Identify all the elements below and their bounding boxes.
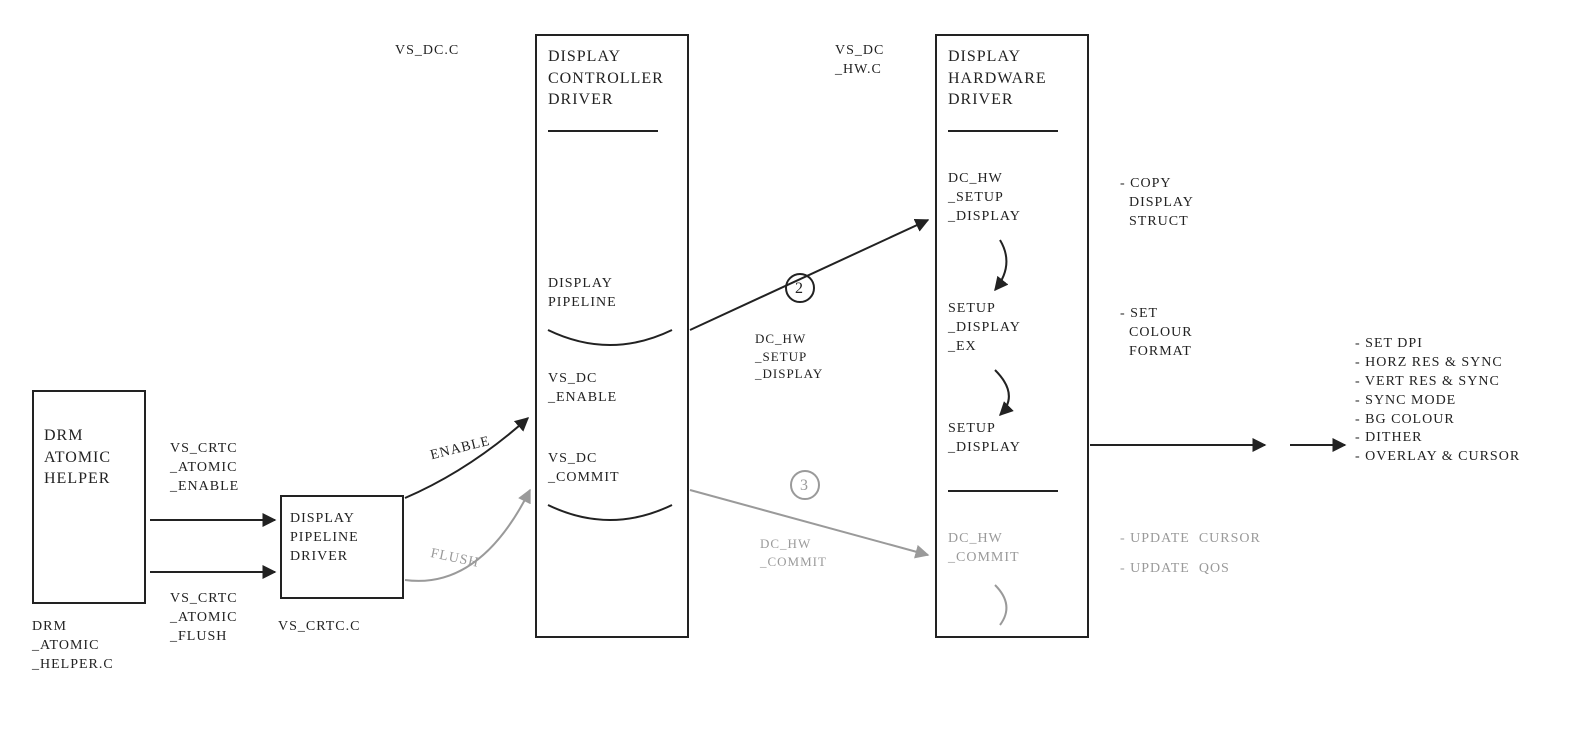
controller-item-commit: VS_DC _COMMIT	[548, 450, 620, 488]
box-display-controller-driver	[535, 34, 689, 638]
hw-item-setup-display: DC_HW _SETUP _DISPLAY	[948, 170, 1021, 227]
label-flush: FLUSH	[429, 545, 481, 574]
step-3-label: 3	[800, 475, 809, 497]
hw-item-setup-display-ex: SETUP _DISPLAY _EX	[948, 300, 1021, 357]
annotation-update-qos: - UPDATE QOS	[1120, 560, 1230, 579]
label-vs-crtc-atomic-flush: VS_CRTC _ATOMIC _FLUSH	[170, 590, 238, 647]
annotation-colour-format: - SET COLOUR FORMAT	[1120, 305, 1193, 362]
controller-title-underline	[548, 130, 658, 132]
label-dc-hw-commit: DC_HW _COMMIT	[760, 535, 827, 570]
display-pipeline-driver-title: DISPLAY PIPELINE DRIVER	[290, 510, 359, 567]
hw-item-commit: DC_HW _COMMIT	[948, 530, 1020, 568]
annotation-setup-display-out: - SET DPI - HORZ RES & SYNC - VERT RES &…	[1355, 335, 1520, 467]
step-2-label: 2	[795, 278, 804, 300]
controller-item-pipeline: DISPLAY PIPELINE	[548, 275, 617, 313]
display-controller-file: VS_DC.C	[395, 42, 459, 61]
hardware-title-underline	[948, 130, 1058, 132]
display-controller-title: DISPLAY CONTROLLER DRIVER	[548, 46, 664, 111]
hardware-divider	[948, 490, 1058, 492]
display-pipeline-driver-file: VS_CRTC.C	[278, 618, 360, 637]
controller-item-enable: VS_DC _ENABLE	[548, 370, 617, 408]
drm-atomic-helper-title: DRM ATOMIC HELPER	[44, 425, 111, 490]
annotation-update-cursor: - UPDATE CURSOR	[1120, 530, 1261, 549]
label-enable: ENABLE	[429, 433, 493, 466]
diagram-canvas: DRM ATOMIC HELPER DRM _ATOMIC _HELPER.C …	[0, 0, 1595, 739]
label-vs-crtc-atomic-enable: VS_CRTC _ATOMIC _ENABLE	[170, 440, 239, 497]
hw-item-setup-display2: SETUP _DISPLAY	[948, 420, 1021, 458]
box-drm-atomic-helper	[32, 390, 146, 604]
label-dc-hw-setup-display: DC_HW _SETUP _DISPLAY	[755, 330, 823, 383]
display-hardware-title: DISPLAY HARDWARE DRIVER	[948, 46, 1047, 111]
drm-atomic-helper-file: DRM _ATOMIC _HELPER.C	[32, 618, 114, 675]
display-hardware-file: VS_DC _HW.C	[835, 42, 884, 80]
annotation-copy-struct: - COPY DISPLAY STRUCT	[1120, 175, 1194, 232]
